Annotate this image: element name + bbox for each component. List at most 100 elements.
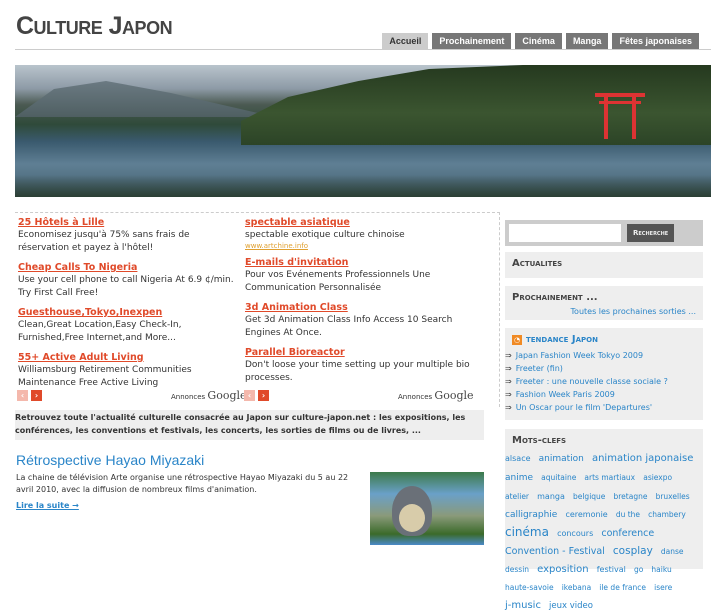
prochainement-link[interactable]: Toutes les prochaines sorties ... bbox=[512, 307, 696, 316]
arrow-icon: ⇒ bbox=[505, 390, 512, 399]
site-title[interactable]: Culture Japon bbox=[16, 12, 173, 41]
tag-link[interactable]: bretagne bbox=[614, 492, 648, 501]
tag-link[interactable]: ile de france bbox=[599, 583, 646, 592]
tendance-item[interactable]: ⇒ Japan Fashion Week Tokyo 2009 bbox=[505, 349, 696, 362]
tag-link[interactable]: du the bbox=[616, 510, 640, 519]
tendance-heading[interactable]: ◔ tendance Japon bbox=[512, 334, 696, 345]
ad-item: 25 Hôtels à Lille Economisez jusqu'à 75% … bbox=[18, 216, 243, 255]
ad-item: 55+ Active Adult Living Williamsburg Reti… bbox=[18, 351, 243, 390]
ads-next-button[interactable]: › bbox=[31, 390, 42, 401]
search-button[interactable]: Recherche bbox=[627, 224, 675, 242]
banner-image bbox=[15, 65, 711, 197]
tag-link[interactable]: dessin bbox=[505, 565, 529, 574]
ad-text: Use your cell phone to call Nigeria At 6… bbox=[18, 275, 234, 298]
ads-block: 25 Hôtels à Lille Economisez jusqu'à 75% … bbox=[15, 212, 500, 407]
tag-link[interactable]: asiexpo bbox=[643, 473, 672, 482]
search-form: Recherche bbox=[505, 220, 703, 246]
tag-link[interactable]: danse bbox=[661, 547, 684, 556]
ad-url-link[interactable]: www.artchine.info bbox=[245, 242, 470, 250]
tendance-item[interactable]: ⇒ Freeter (fin) bbox=[505, 362, 696, 375]
tag-link[interactable]: chambery bbox=[648, 510, 686, 519]
tag-link[interactable]: j-music bbox=[505, 600, 541, 611]
tag-link[interactable]: go bbox=[634, 565, 643, 574]
ad-title-link[interactable]: 25 Hôtels à Lille bbox=[18, 216, 243, 229]
prochainement-heading: Prochainement ... bbox=[512, 292, 598, 303]
tag-link[interactable]: manga bbox=[537, 492, 565, 501]
tag-link[interactable]: anime bbox=[505, 473, 533, 483]
torii-gate bbox=[595, 93, 645, 141]
ad-text: Williamsburg Retirement Communities Main… bbox=[18, 365, 192, 388]
ad-text: spectable exotique culture chinoise bbox=[245, 230, 405, 240]
ad-text: Get 3d Animation Class Info Access 10 Se… bbox=[245, 315, 453, 338]
tag-link[interactable]: animation bbox=[539, 454, 584, 464]
tag-link[interactable]: belgique bbox=[573, 492, 605, 501]
tag-link[interactable]: ikebana bbox=[562, 583, 591, 592]
tab-cinéma[interactable]: Cinéma bbox=[515, 33, 562, 49]
arrow-icon: ⇒ bbox=[505, 377, 512, 386]
tag-link[interactable]: ceremonie bbox=[565, 510, 607, 519]
tag-link[interactable]: conference bbox=[601, 528, 654, 539]
post-title-link[interactable]: Rétrospective Hayao Miyazaki bbox=[16, 452, 204, 468]
tendance-item[interactable]: ⇒ Freeter : une nouvelle classe sociale ? bbox=[505, 375, 696, 388]
ad-text: Don't loose your time setting up your mu… bbox=[245, 360, 470, 383]
tag-link[interactable]: festival bbox=[597, 565, 626, 574]
tab-fêtes-japonaises[interactable]: Fêtes japonaises bbox=[612, 33, 699, 49]
ad-item: Guesthouse,Tokyo,Inexpen Clean,Great Loca… bbox=[18, 306, 243, 345]
ads-prev-button[interactable]: ‹ bbox=[244, 390, 255, 401]
ad-title-link[interactable]: 3d Animation Class bbox=[245, 301, 470, 314]
tag-link[interactable]: cosplay bbox=[613, 545, 653, 557]
tab-accueil[interactable]: Accueil bbox=[382, 33, 429, 49]
arrow-icon: ⇒ bbox=[505, 364, 512, 373]
google-ads-label[interactable]: Annonces Google bbox=[171, 389, 247, 402]
ad-item: 3d Animation Class Get 3d Animation Class… bbox=[245, 301, 470, 340]
ad-text: Pour vos Evénements Professionnels Une C… bbox=[245, 270, 431, 293]
tendance-item[interactable]: ⇒ Fashion Week Paris 2009 bbox=[505, 388, 696, 401]
tag-link[interactable]: alsace bbox=[505, 454, 531, 463]
mots-clefs-heading: Mots-clefs bbox=[512, 435, 567, 446]
ad-title-link[interactable]: Parallel Bioreactor bbox=[245, 346, 470, 359]
tag-link[interactable]: arts martiaux bbox=[584, 473, 635, 482]
ads-prev-button[interactable]: ‹ bbox=[17, 390, 28, 401]
ad-title-link[interactable]: 55+ Active Adult Living bbox=[18, 351, 243, 364]
ads-next-button[interactable]: › bbox=[258, 390, 269, 401]
tag-link[interactable]: haiku bbox=[651, 565, 671, 574]
ad-item: E-mails d'invitation Pour vos Evénements … bbox=[245, 256, 470, 295]
ad-title-link[interactable]: spectable asiatique bbox=[245, 216, 470, 229]
tag-link[interactable]: jeux video bbox=[549, 601, 593, 611]
post-excerpt: La chaine de télévision Arte organise un… bbox=[16, 473, 349, 494]
tag-link[interactable]: exposition bbox=[537, 564, 589, 575]
tag-link[interactable]: Convention - Festival bbox=[505, 546, 605, 557]
tab-manga[interactable]: Manga bbox=[565, 33, 609, 49]
ad-item: spectable asiatique spectable exotique cu… bbox=[245, 216, 470, 250]
search-input[interactable] bbox=[509, 224, 621, 242]
tag-link[interactable]: calligraphie bbox=[505, 510, 557, 520]
tag-link[interactable]: haute-savoie bbox=[505, 583, 554, 592]
actualites-heading: Actualites bbox=[512, 258, 563, 269]
tag-link[interactable]: animation japonaise bbox=[592, 453, 693, 464]
ad-item: Parallel Bioreactor Don't loose your time… bbox=[245, 346, 470, 385]
rss-icon[interactable]: ◔ bbox=[512, 334, 522, 345]
post-thumbnail[interactable] bbox=[370, 472, 484, 545]
tag-link[interactable]: aquitaine bbox=[541, 473, 576, 482]
google-ads-label[interactable]: Annonces Google bbox=[398, 389, 474, 402]
read-more-link[interactable]: Lire la suite → bbox=[16, 501, 79, 510]
tag-link[interactable]: isere bbox=[654, 583, 672, 592]
tag-link[interactable]: cinéma bbox=[505, 525, 549, 539]
tag-link[interactable]: atelier bbox=[505, 492, 529, 501]
ad-title-link[interactable]: E-mails d'invitation bbox=[245, 256, 470, 269]
tab-prochainement[interactable]: Prochainement bbox=[432, 33, 512, 49]
intro-text: Retrouvez toute l'actualité culturelle c… bbox=[15, 410, 484, 440]
ad-text: Clean,Great Location,Easy Check-In, Furn… bbox=[18, 320, 182, 343]
main-nav: Accueil Prochainement Cinéma Manga Fêtes jap… bbox=[382, 33, 699, 49]
tag-link[interactable]: bruxelles bbox=[656, 492, 690, 501]
tag-cloud: alsace animation animation japonaise ani… bbox=[505, 448, 705, 614]
ad-item: Cheap Calls To Nigeria Use your cell phon… bbox=[18, 261, 243, 300]
ad-title-link[interactable]: Cheap Calls To Nigeria bbox=[18, 261, 243, 274]
sidebar: Recherche Actualites Prochainement ... T… bbox=[505, 220, 703, 611]
ad-title-link[interactable]: Guesthouse,Tokyo,Inexpen bbox=[18, 306, 243, 319]
ad-text: Economisez jusqu'à 75% sans frais de rés… bbox=[18, 230, 190, 253]
tag-link[interactable]: concours bbox=[557, 529, 593, 538]
arrow-icon: ⇒ bbox=[505, 403, 512, 412]
divider bbox=[15, 49, 711, 50]
tendance-item[interactable]: ⇒ Un Oscar pour le film 'Departures' bbox=[505, 401, 696, 414]
